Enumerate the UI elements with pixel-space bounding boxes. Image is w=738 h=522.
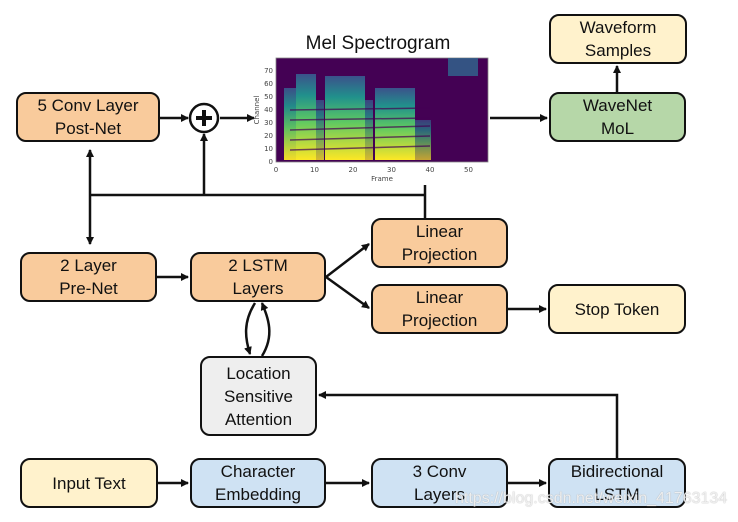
y-tick-label: 70 <box>264 67 273 75</box>
mel-spectrogram-image: 0 10 20 30 40 50 0 10 20 30 40 50 60 70 Frame Channe… <box>253 57 489 183</box>
prenet-box: 2 Layer Pre-Net <box>20 252 157 302</box>
lstm-layers-box: 2 LSTM Layers <box>190 252 326 302</box>
stop-token-box: Stop Token <box>548 284 686 334</box>
y-tick-label: 40 <box>264 106 273 114</box>
linear-projection-stop-box: Linear Projection <box>371 284 508 334</box>
character-embedding-box: Character Embedding <box>190 458 326 508</box>
y-tick-label: 50 <box>264 93 273 101</box>
x-tick-label: 0 <box>274 166 278 174</box>
wavenet-mol-box: WaveNet MoL <box>549 92 686 142</box>
watermark: https://blog.csdn.net/weixin_41763134 <box>455 490 728 507</box>
y-tick-label: 0 <box>269 158 273 166</box>
spectrogram-xlabel: Frame <box>371 175 393 183</box>
attention-box: Location Sensitive Attention <box>200 356 317 436</box>
plus-icon <box>188 102 220 134</box>
y-tick-label: 60 <box>264 80 273 88</box>
linear-projection-box: Linear Projection <box>371 218 508 268</box>
x-tick-label: 50 <box>464 166 473 174</box>
x-tick-label: 40 <box>426 166 435 174</box>
waveform-samples-box: Waveform Samples <box>549 14 687 64</box>
x-tick-label: 30 <box>387 166 396 174</box>
y-tick-label: 20 <box>264 132 273 140</box>
y-tick-label: 30 <box>264 119 273 127</box>
y-tick-label: 10 <box>264 145 273 153</box>
input-text-box: Input Text <box>20 458 158 508</box>
postnet-box: 5 Conv Layer Post-Net <box>16 92 160 142</box>
x-tick-label: 20 <box>349 166 358 174</box>
spectrogram-title: Mel Spectrogram <box>305 33 451 54</box>
spectrogram-ylabel: Channel <box>253 96 261 125</box>
x-tick-label: 10 <box>310 166 319 174</box>
